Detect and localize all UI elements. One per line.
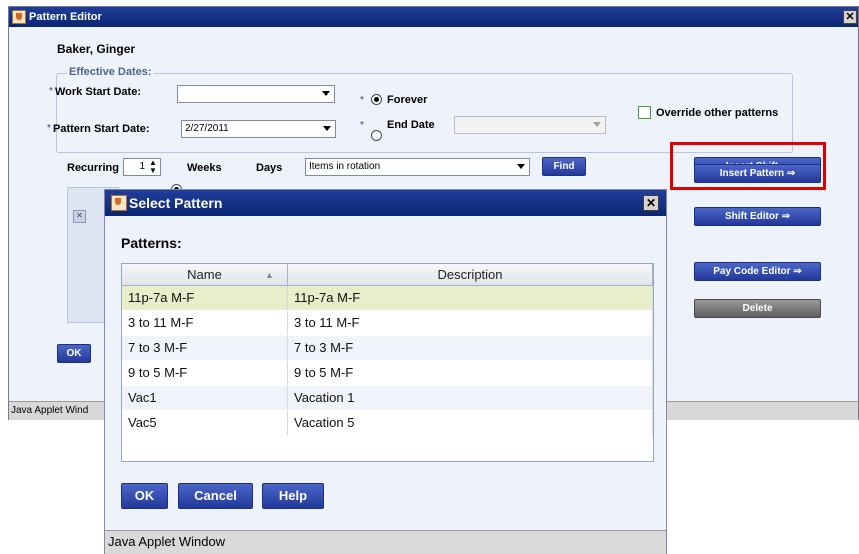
highlight-box (670, 142, 826, 190)
work-start-select[interactable] (177, 85, 335, 103)
dialog-status-text: Java Applet Window (108, 534, 226, 549)
editor-title: Pattern Editor (29, 11, 102, 23)
table-row[interactable]: 11p-7a M-F 11p-7a M-F (122, 286, 653, 310)
weeks-label: Weeks (187, 162, 222, 174)
pattern-description-cell: 11p-7a M-F (288, 286, 653, 310)
delete-button[interactable]: Delete (694, 299, 821, 318)
override-label: Override other patterns (656, 107, 779, 119)
work-start-label: Work Start Date: (55, 86, 141, 98)
cancel-button[interactable]: Cancel (178, 483, 253, 509)
java-icon (12, 10, 26, 24)
pattern-name-cell: 7 to 3 M-F (122, 336, 288, 360)
pattern-description-cell: 3 to 11 M-F (288, 311, 653, 335)
rotation-value: Items in rotation (309, 161, 381, 172)
chevron-down-icon (322, 91, 330, 96)
table-row[interactable]: 7 to 3 M-F 7 to 3 M-F (122, 336, 653, 360)
editor-ok-button[interactable]: OK (57, 344, 91, 363)
end-date-radio[interactable] (371, 130, 382, 141)
column-header-description[interactable]: Description (288, 264, 653, 286)
patterns-label: Patterns: (121, 235, 182, 251)
dialog-close-icon[interactable]: ✕ (643, 195, 659, 211)
editor-status-text: Java Applet Wind (11, 405, 89, 416)
dialog-status-bar: Java Applet Window (105, 530, 666, 554)
effective-dates-legend: Effective Dates: (67, 66, 154, 78)
required-mark: * (360, 95, 364, 106)
dialog-title-bar[interactable]: Select Pattern (105, 190, 666, 216)
pattern-description-cell: 9 to 5 M-F (288, 361, 653, 385)
pattern-description-cell: Vacation 5 (288, 411, 653, 435)
column-header-name[interactable]: Name ▲ (122, 264, 288, 286)
rotation-select[interactable]: Items in rotation (305, 158, 530, 176)
required-mark: * (360, 120, 364, 131)
recurring-label: Recurring (67, 162, 119, 174)
chevron-down-icon (323, 126, 331, 131)
help-button[interactable]: Help (262, 483, 324, 509)
override-checkbox[interactable] (638, 106, 651, 119)
editor-close-icon[interactable]: ✕ (843, 10, 857, 24)
find-button[interactable]: Find (542, 157, 586, 176)
pattern-name-cell: Vac5 (122, 411, 288, 435)
patterns-table: Name ▲ Description 11p-7a M-F 11p-7a M-F 3… (121, 263, 654, 462)
pattern-name-cell: 9 to 5 M-F (122, 361, 288, 385)
spinner-arrows-icon[interactable]: ▲ ▼ (149, 159, 157, 175)
pay-code-editor-button[interactable]: Pay Code Editor ⇒ (694, 262, 821, 281)
dialog-title: Select Pattern (129, 195, 223, 211)
end-date-select[interactable] (454, 116, 606, 134)
forever-label: Forever (387, 94, 428, 106)
select-pattern-dialog: Select Pattern ✕ Patterns: Name ▲ Descri… (104, 189, 667, 554)
table-row[interactable]: Vac5 Vacation 5 (122, 411, 653, 435)
table-row[interactable]: 3 to 11 M-F 3 to 11 M-F (122, 311, 653, 335)
days-label: Days (256, 162, 283, 174)
pattern-name-cell: 3 to 11 M-F (122, 311, 288, 335)
recurring-value: 1 (139, 161, 145, 172)
editor-title-bar[interactable]: Pattern Editor (9, 7, 858, 27)
pattern-description-cell: Vacation 1 (288, 386, 653, 410)
chevron-down-icon (517, 164, 525, 169)
shift-editor-button[interactable]: Shift Editor ⇒ (694, 207, 821, 226)
employee-name: Baker, Ginger (57, 42, 136, 56)
pattern-name-cell: 11p-7a M-F (122, 286, 288, 310)
pattern-start-value: 2/27/2011 (185, 123, 229, 134)
pattern-start-select[interactable]: 2/27/2011 (181, 120, 336, 138)
dialog-ok-button[interactable]: OK (121, 483, 168, 509)
forever-radio[interactable] (371, 94, 382, 105)
pattern-description-cell: 7 to 3 M-F (288, 336, 653, 360)
sort-asc-icon: ▲ (265, 270, 274, 280)
end-date-label: End Date (387, 119, 435, 131)
table-row[interactable]: 9 to 5 M-F 9 to 5 M-F (122, 361, 653, 385)
required-mark: * (47, 123, 51, 134)
chevron-down-icon (593, 122, 601, 127)
java-icon (111, 195, 127, 211)
table-row[interactable]: Vac1 Vacation 1 (122, 386, 653, 410)
pattern-start-label: Pattern Start Date: (53, 123, 150, 135)
required-mark: * (49, 86, 53, 97)
clear-icon[interactable]: ✕ (73, 210, 86, 223)
pattern-name-cell: Vac1 (122, 386, 288, 410)
